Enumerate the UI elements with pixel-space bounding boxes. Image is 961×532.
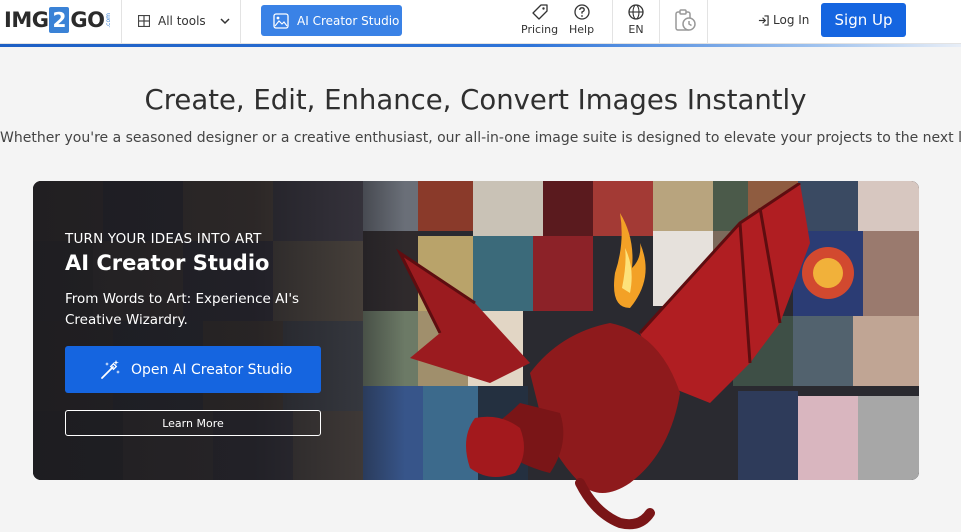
clipboard-clock-icon[interactable] xyxy=(673,8,697,32)
nav-pricing-label: Pricing xyxy=(521,23,559,36)
logo-suffix: .com xyxy=(105,12,113,28)
nav-language-label: EN xyxy=(628,23,644,36)
ai-creator-studio-button[interactable]: AI Creator Studio xyxy=(261,5,402,36)
banner-title: AI Creator Studio xyxy=(65,251,270,275)
page-subtitle: Whether you're a seasoned designer or a … xyxy=(0,130,961,146)
globe-icon xyxy=(628,4,644,20)
sign-up-button[interactable]: Sign Up xyxy=(821,3,906,37)
logo-text-two: 2 xyxy=(49,7,70,33)
all-tools-label: All tools xyxy=(158,14,206,28)
login-arrow-icon xyxy=(758,14,769,26)
red-dragon-illustration xyxy=(396,183,810,530)
header-divider xyxy=(707,0,708,44)
open-ai-creator-studio-button[interactable]: Open AI Creator Studio xyxy=(65,346,321,393)
img2go-logo[interactable]: IMG 2 GO .com xyxy=(4,6,112,34)
nav-language[interactable]: EN xyxy=(628,4,644,36)
banner-description: From Words to Art: Experience AI's Creat… xyxy=(65,291,300,328)
magic-wand-icon xyxy=(101,359,120,379)
chevron-down-icon xyxy=(220,18,230,25)
tag-icon xyxy=(531,4,548,20)
logo-text-img: IMG xyxy=(4,8,49,32)
header-divider xyxy=(659,0,660,44)
logo-text-go: GO xyxy=(70,8,105,32)
all-tools-dropdown[interactable]: All tools xyxy=(138,10,230,32)
grid-icon xyxy=(138,15,150,27)
top-navbar: IMG 2 GO .com All tools AI Creator Studi… xyxy=(0,0,961,44)
header-accent-bar xyxy=(0,44,961,47)
ai-image-icon xyxy=(273,12,289,29)
page-title: Create, Edit, Enhance, Convert Images In… xyxy=(144,84,807,116)
header-divider xyxy=(121,0,122,44)
question-icon xyxy=(573,4,590,20)
login-label: Log In xyxy=(773,13,810,27)
header-divider xyxy=(240,0,241,44)
login-link[interactable]: Log In xyxy=(758,13,809,27)
nav-help-label: Help xyxy=(569,23,595,36)
banner-eyebrow: TURN YOUR IDEAS INTO ART xyxy=(65,231,262,247)
open-ai-creator-studio-label: Open AI Creator Studio xyxy=(131,361,293,378)
nav-pricing[interactable]: Pricing xyxy=(521,4,558,36)
ai-creator-studio-label: AI Creator Studio xyxy=(297,13,400,28)
header-divider xyxy=(612,0,613,44)
nav-help[interactable]: Help xyxy=(569,4,594,36)
learn-more-button[interactable]: Learn More xyxy=(65,410,321,436)
